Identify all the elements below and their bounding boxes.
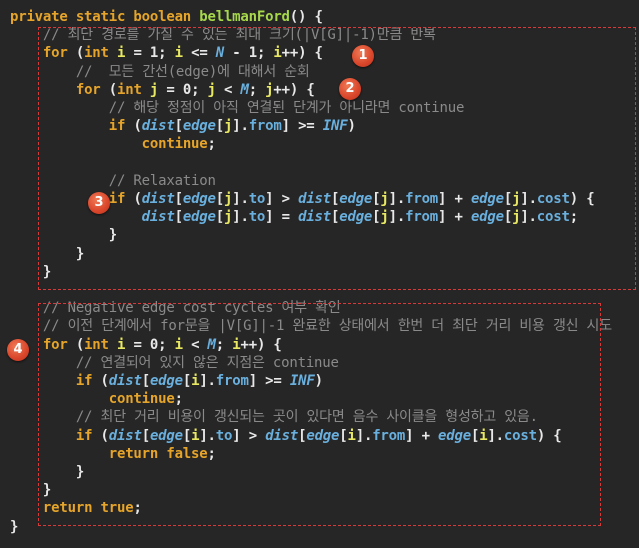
code-token-punc: () { [289, 9, 323, 25]
annotation-box-negative-cycle [38, 303, 601, 526]
badge-4: 4 [7, 339, 29, 361]
code-line: } [10, 518, 18, 536]
annotation-box-relaxation [38, 27, 636, 290]
code-line [10, 281, 18, 299]
code-line [10, 154, 18, 172]
code-line: private static boolean bellmanFord() { [10, 8, 323, 26]
badge-1: 1 [352, 45, 374, 67]
code-token-punc: } [10, 518, 19, 535]
badge-3: 3 [88, 192, 110, 214]
code-token-fn: bellmanFord [199, 9, 290, 25]
code-editor[interactable]: private static boolean bellmanFord() { /… [0, 0, 639, 548]
code-token-kw: private static boolean [10, 9, 200, 25]
code-token-punc [10, 282, 18, 298]
code-token-punc [10, 155, 18, 171]
badge-2: 2 [339, 78, 361, 100]
